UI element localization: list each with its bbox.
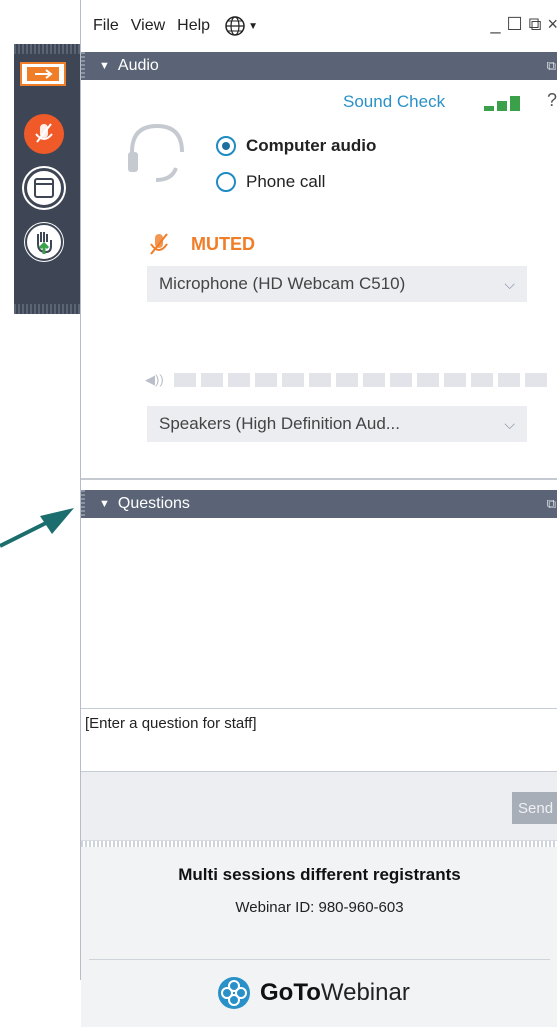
chevron-down-icon: ▼ <box>248 20 258 32</box>
minimize-button[interactable]: _ <box>490 14 500 35</box>
muted-status: MUTED <box>145 230 255 258</box>
question-input[interactable]: [Enter a question for staff] <box>81 708 557 772</box>
menu-view[interactable]: View <box>131 17 165 35</box>
window-icon <box>34 178 54 198</box>
menu-help[interactable]: Help <box>177 17 210 35</box>
speaker-level-meter: ◀)) <box>145 372 552 388</box>
microphone-select[interactable]: Microphone (HD Webcam C510) ⌵ <box>147 266 527 302</box>
computer-audio-option[interactable]: Computer audio <box>216 136 376 156</box>
audio-help-button[interactable]: ? <box>547 90 557 111</box>
audio-panel: Sound Check ? Computer audio Phone call <box>81 80 557 480</box>
phone-call-option[interactable]: Phone call <box>216 172 325 192</box>
collapse-triangle-icon: ▼ <box>99 60 110 72</box>
chevron-down-icon: ⌵ <box>504 415 515 432</box>
gotowebinar-flower-icon <box>218 977 250 1009</box>
close-button[interactable]: × <box>547 14 557 35</box>
logo-webinar-text: Webinar <box>320 979 410 1006</box>
speaker-icon: ◀)) <box>145 372 164 387</box>
questions-log <box>81 518 557 708</box>
session-footer: Multi sessions different registrants Web… <box>81 847 557 1027</box>
maximize-button[interactable]: ☐ <box>506 14 522 35</box>
webinar-control-panel: File View Help ▼ _ ☐ ⧉ × ▼ Audio ⧉ Sound… <box>80 0 557 1027</box>
audio-panel-header[interactable]: ▼ Audio ⧉ <box>81 52 557 80</box>
control-strip <box>14 44 82 314</box>
signal-bars-icon <box>484 96 520 111</box>
questions-panel-header[interactable]: ▼ Questions ⧉ <box>81 490 557 518</box>
chevron-down-icon: ⌵ <box>504 275 515 292</box>
raise-hand-button[interactable] <box>24 222 64 262</box>
phone-call-label: Phone call <box>246 172 326 191</box>
sound-check-link[interactable]: Sound Check <box>343 92 445 112</box>
gotowebinar-logo: GoTo Webinar <box>216 975 410 1011</box>
mute-toggle-button[interactable] <box>24 114 64 154</box>
computer-audio-radio[interactable] <box>216 136 236 156</box>
speakers-select[interactable]: Speakers (High Definition Aud... ⌵ <box>147 406 527 442</box>
collapse-panel-button[interactable] <box>20 62 66 86</box>
window-controls: _ ☐ ⧉ × <box>490 14 557 35</box>
send-button[interactable]: Send <box>512 792 557 824</box>
language-menu[interactable]: ▼ <box>224 15 258 37</box>
webinar-id: Webinar ID: 980-960-603 <box>235 899 404 916</box>
popout-button[interactable]: ⧉ <box>529 14 542 35</box>
computer-audio-label: Computer audio <box>246 136 377 155</box>
headset-icon <box>128 123 184 182</box>
session-title: Multi sessions different registrants <box>178 865 461 884</box>
audio-panel-title: Audio <box>117 57 159 74</box>
muted-label: MUTED <box>191 233 255 254</box>
send-bar: Send <box>81 772 557 841</box>
microphone-select-value: Microphone (HD Webcam C510) <box>159 274 406 293</box>
muted-mic-icon <box>150 233 168 255</box>
menu-file[interactable]: File <box>93 17 119 35</box>
raise-hand-icon <box>25 223 63 261</box>
phone-call-radio[interactable] <box>216 172 236 192</box>
muted-mic-icon <box>35 123 53 143</box>
toggle-window-button[interactable] <box>24 168 64 208</box>
questions-panel-title: Questions <box>117 495 190 512</box>
panel-popout-icon[interactable]: ⧉ <box>547 58 556 74</box>
menu-bar: File View Help ▼ _ ☐ ⧉ × <box>81 0 557 52</box>
speakers-select-value: Speakers (High Definition Aud... <box>159 414 400 433</box>
logo-goto-text: GoTo <box>260 979 321 1006</box>
globe-icon <box>225 16 245 36</box>
collapse-triangle-icon: ▼ <box>99 498 110 510</box>
panel-popout-icon[interactable]: ⧉ <box>547 496 556 512</box>
